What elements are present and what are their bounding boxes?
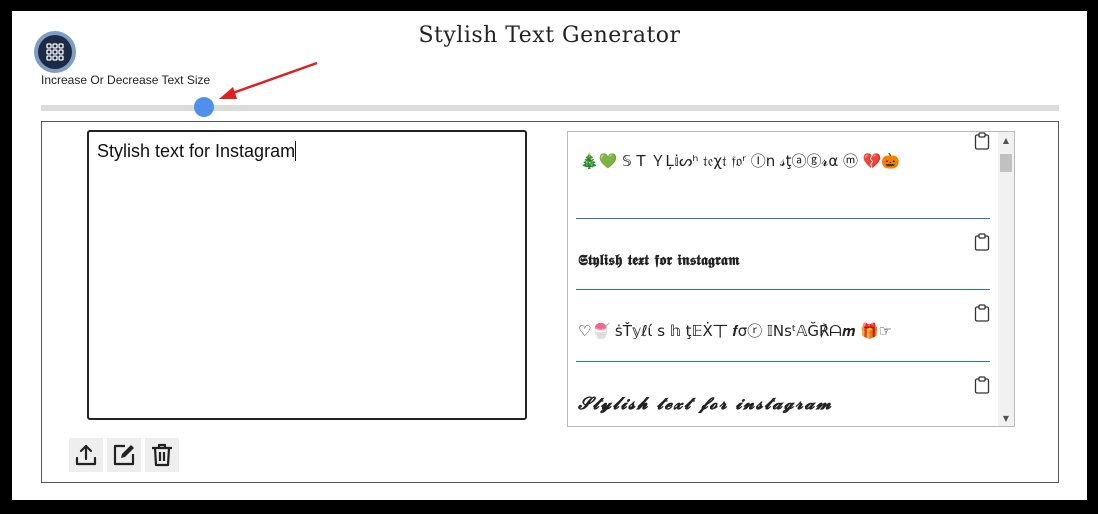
edit-icon — [113, 444, 135, 466]
editor-toolbar — [69, 438, 179, 472]
result-text: 𝓢𝓽𝔂𝓵𝓲𝓼𝓱 𝓽𝓮𝔁𝓽 𝓯𝓸𝓻 𝓲𝓷𝓼𝓽𝓪𝓰𝓻𝓪𝓶 — [578, 394, 833, 414]
result-item[interactable]: 𝕾𝖙𝖞𝖑𝖎𝖘𝖍 𝖙𝖊𝖝𝖙 𝖋𝖔𝖗 𝖎𝖓𝖘𝖙𝖆𝖌𝖗𝖆𝖒 — [576, 219, 990, 290]
result-text: ♡🍧 ṡŤ𝕪ℓί s 𝕙 ţ𝔼Ẋ丅 𝒇σⓡ 𝕀Nsᵗ𝔸Ğ℟ᗩ𝒎 🎁☞ — [578, 322, 893, 340]
scroll-up-arrow-icon[interactable]: ▲ — [998, 132, 1014, 148]
page: Stylish Text Generator Increase Or Decre… — [12, 11, 1087, 500]
scroll-down-arrow-icon[interactable]: ▼ — [998, 410, 1014, 426]
stylish-results-panel[interactable]: 🎄💚 𝕊 T ＹĻ𝕚ᔕʰ 𝔱𝔢χ𝔱 𝔣𝔬ʳ Ⓘn 𝓈ţⓐⓖ𝓻α ⓜ 💔🎃 𝕾𝖙𝖞… — [567, 131, 1015, 427]
text-size-label: Increase Or Decrease Text Size — [41, 73, 211, 87]
delete-button[interactable] — [145, 438, 179, 472]
upload-icon — [75, 444, 97, 466]
copy-clipboard-icon[interactable] — [974, 132, 990, 150]
input-text: Stylish text for Instagram — [97, 141, 296, 161]
annotation-arrow — [219, 61, 318, 99]
text-input-area[interactable]: Stylish text for Instagram — [87, 130, 527, 420]
result-text: 🎄💚 𝕊 T ＹĻ𝕚ᔕʰ 𝔱𝔢χ𝔱 𝔣𝔬ʳ Ⓘn 𝓈ţⓐⓖ𝓻α ⓜ 💔🎃 — [580, 152, 901, 170]
text-caret — [295, 141, 297, 161]
scrollbar-thumb[interactable] — [1000, 154, 1012, 172]
trash-icon — [152, 443, 172, 467]
result-text: 𝕾𝖙𝖞𝖑𝖎𝖘𝖍 𝖙𝖊𝖝𝖙 𝖋𝖔𝖗 𝖎𝖓𝖘𝖙𝖆𝖌𝖗𝖆𝖒 — [578, 251, 740, 269]
result-item[interactable]: 𝓢𝓽𝔂𝓵𝓲𝓼𝓱 𝓽𝓮𝔁𝓽 𝓯𝓸𝓻 𝓲𝓷𝓼𝓽𝓪𝓰𝓻𝓪𝓶 — [576, 362, 990, 426]
copy-clipboard-icon[interactable] — [974, 376, 990, 394]
text-size-slider-thumb[interactable] — [193, 97, 214, 117]
workspace-panel: Stylish text for Instagram 🎄💚 𝕊 T ＹĻ𝕚ᔕʰ … — [41, 121, 1059, 483]
copy-clipboard-icon[interactable] — [974, 304, 990, 322]
upload-button[interactable] — [69, 438, 103, 472]
result-item[interactable]: 🎄💚 𝕊 T ＹĻ𝕚ᔕʰ 𝔱𝔢χ𝔱 𝔣𝔬ʳ Ⓘn 𝓈ţⓐⓖ𝓻α ⓜ 💔🎃 — [576, 132, 990, 219]
edit-button[interactable] — [107, 438, 141, 472]
result-item[interactable]: ♡🍧 ṡŤ𝕪ℓί s 𝕙 ţ𝔼Ẋ丅 𝒇σⓡ 𝕀Nsᵗ𝔸Ğ℟ᗩ𝒎 🎁☞ — [576, 290, 990, 362]
results-scrollbar[interactable]: ▲ ▼ — [998, 132, 1014, 426]
results-list: 🎄💚 𝕊 T ＹĻ𝕚ᔕʰ 𝔱𝔢χ𝔱 𝔣𝔬ʳ Ⓘn 𝓈ţⓐⓖ𝓻α ⓜ 💔🎃 𝕾𝖙𝖞… — [568, 132, 998, 426]
page-title: Stylish Text Generator — [418, 23, 681, 48]
copy-clipboard-icon[interactable] — [974, 233, 990, 251]
